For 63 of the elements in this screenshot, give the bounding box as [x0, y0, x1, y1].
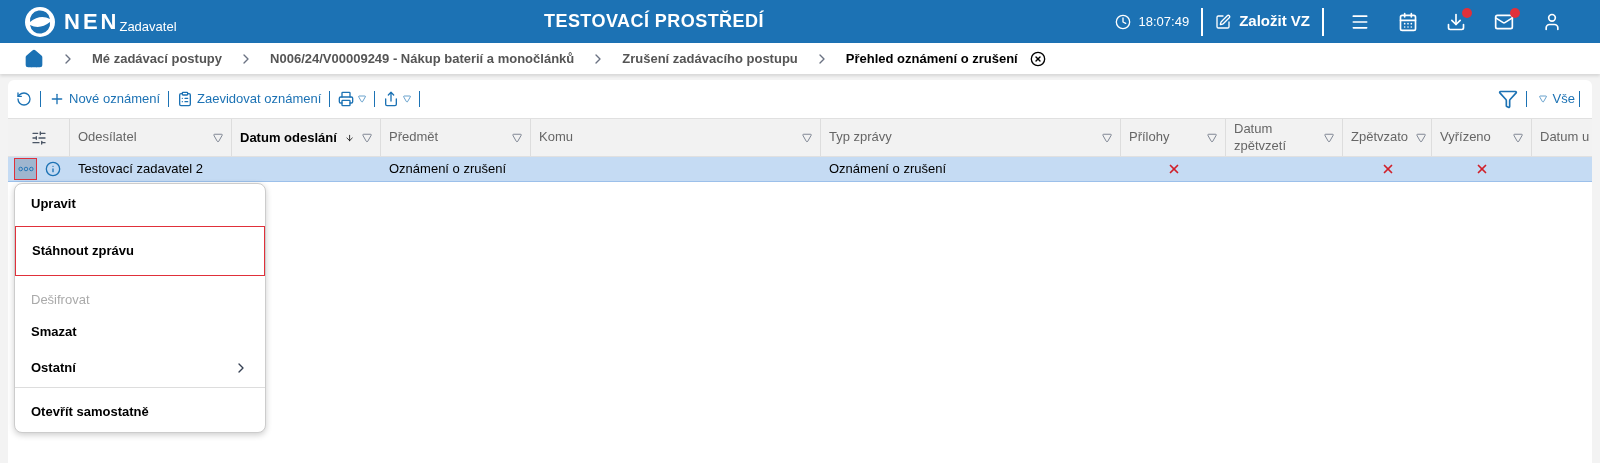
- breadcrumb-link[interactable]: N006/24/V00009249 - Nákup baterií a monočlánků: [270, 48, 575, 69]
- new-notice-button[interactable]: Nové oznámení: [49, 89, 161, 109]
- filter-caret-icon[interactable]: [362, 132, 372, 143]
- more-icon: [17, 166, 34, 172]
- column-settings-icon[interactable]: [30, 129, 47, 146]
- filter-caret-icon[interactable]: [802, 132, 812, 143]
- filter-caret-icon[interactable]: [1207, 132, 1217, 143]
- info-icon[interactable]: [45, 161, 61, 177]
- printer-icon: [338, 91, 355, 107]
- filter-caret-icon[interactable]: [1513, 132, 1523, 143]
- brand-name: NEN: [64, 8, 120, 36]
- clock-icon: [1114, 13, 1131, 30]
- menu-item[interactable]: Otevřít samostatně: [15, 396, 265, 428]
- register-notice-button[interactable]: Zaevidovat oznámení: [177, 89, 322, 109]
- menu-item[interactable]: Upravit: [15, 188, 265, 220]
- home-icon[interactable]: [24, 48, 44, 69]
- table-cell-text: Oznámení o zrušení: [389, 160, 507, 179]
- filter-caret-icon[interactable]: [1102, 132, 1112, 143]
- filter-caret-icon[interactable]: [213, 132, 223, 143]
- clock-time: 18:07:49: [1138, 12, 1190, 31]
- filter-icon[interactable]: [1497, 89, 1518, 109]
- column-header[interactable]: Předmět: [389, 129, 439, 146]
- breadcrumb-link[interactable]: Zrušení zadávacího postupu: [622, 48, 798, 69]
- caret-icon: [358, 95, 367, 103]
- export-button[interactable]: [383, 91, 412, 107]
- cross-icon: [1475, 162, 1489, 176]
- download-icon[interactable]: [1446, 11, 1466, 32]
- breadcrumb-link[interactable]: Přehled oznámení o zrušení: [845, 48, 1018, 69]
- menu-item[interactable]: Stáhnout zprávu: [15, 226, 265, 276]
- logo-icon: [24, 5, 56, 38]
- column-header[interactable]: Typ zprávy: [829, 129, 892, 146]
- column-header[interactable]: Datum odeslání: [240, 127, 337, 148]
- filter-caret-icon[interactable]: [1416, 132, 1427, 143]
- clipboard-icon: [177, 91, 194, 107]
- user-icon[interactable]: [1542, 11, 1562, 32]
- menu-item[interactable]: Smazat: [15, 316, 265, 348]
- edit-icon: [1215, 13, 1232, 30]
- column-header[interactable]: Komu: [539, 129, 573, 146]
- column-header[interactable]: Zpětvzato: [1351, 129, 1409, 146]
- filter-caret-icon[interactable]: [1324, 132, 1334, 143]
- print-button[interactable]: [338, 91, 367, 107]
- table-cell-text: Testovací zadavatel 2: [78, 160, 204, 179]
- column-header[interactable]: Datum u: [1540, 129, 1590, 146]
- brand-subtitle: Zadavatel: [119, 17, 177, 36]
- caret-icon: [1538, 95, 1547, 103]
- menu-item[interactable]: Ostatní: [15, 348, 265, 388]
- close-icon[interactable]: [1029, 50, 1046, 67]
- environment-title: TESTOVACÍ PROSTŘEDÍ: [544, 9, 765, 33]
- filter-caret-icon[interactable]: [512, 132, 522, 143]
- view-filter-button[interactable]: Vše: [1538, 89, 1575, 109]
- column-header[interactable]: Odesílatel: [78, 129, 137, 146]
- breadcrumb-link[interactable]: Mé zadávací postupy: [92, 48, 223, 69]
- table-row[interactable]: Testovací zadavatel 2 Oznámení o zrušení Oznámení o zrušení: [8, 157, 1592, 182]
- table-cell-text: Oznámení o zrušení: [829, 160, 947, 179]
- column-header[interactable]: Datum zpětvzetí: [1234, 121, 1287, 154]
- refresh-icon[interactable]: [16, 91, 32, 107]
- calendar-icon[interactable]: [1398, 11, 1418, 32]
- plus-icon: [49, 91, 65, 107]
- column-header[interactable]: Vyřízeno: [1440, 129, 1491, 146]
- share-icon: [383, 91, 400, 107]
- caret-icon: [403, 95, 412, 103]
- column-header[interactable]: Přílohy: [1129, 129, 1170, 146]
- create-button[interactable]: Založit VZ: [1203, 10, 1322, 33]
